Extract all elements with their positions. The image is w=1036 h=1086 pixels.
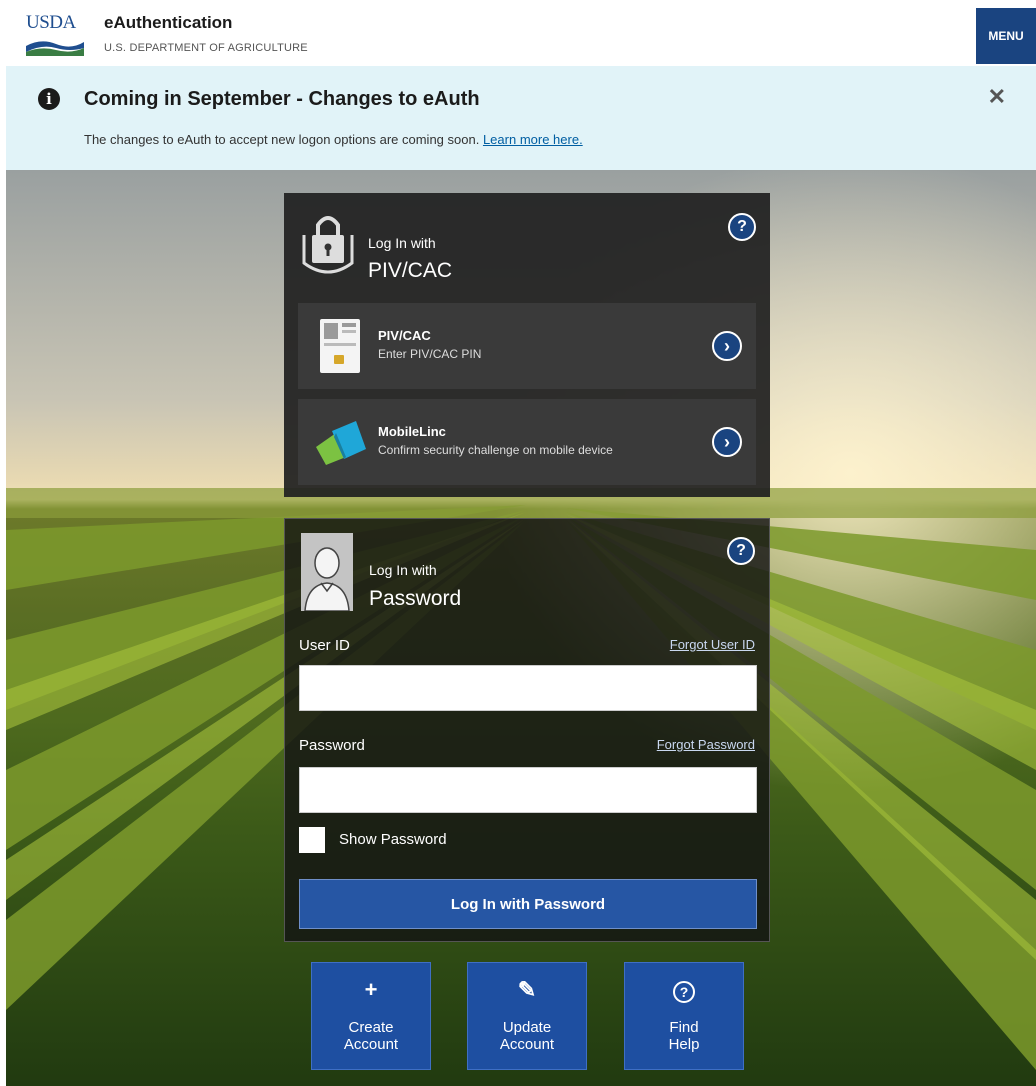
learn-more-link[interactable]: Learn more here. — [483, 132, 583, 147]
user-id-label: User ID — [299, 637, 350, 654]
mobilelinc-option[interactable]: MobileLinc Confirm security challenge on… — [298, 399, 756, 485]
create-account-tile[interactable]: + Create Account — [311, 962, 431, 1070]
app-title: eAuthentication — [104, 13, 233, 32]
show-password-label[interactable]: Show Password — [339, 831, 447, 848]
pencil-icon: ✎ — [517, 977, 537, 1002]
show-password-checkbox[interactable] — [299, 827, 325, 853]
user-avatar-icon — [301, 533, 353, 611]
piv-method-title: PIV/CAC — [368, 259, 453, 282]
user-id-input[interactable] — [299, 665, 757, 711]
find-help-tile[interactable]: ? Find Help — [624, 962, 744, 1070]
piv-option-title: PIV/CAC — [378, 328, 431, 343]
update-account-label-line2: Account — [499, 1036, 555, 1053]
banner-message: The changes to eAuth to accept new logon… — [84, 132, 480, 147]
piv-login-panel: Log In with PIV/CAC ? PIV/CAC Enter PIV/… — [284, 193, 770, 497]
mobilelinc-option-description: Confirm security challenge on mobile dev… — [378, 443, 613, 457]
find-help-label: Find Help — [625, 1019, 743, 1053]
site-header: USDA eAuthentication U.S. DEPARTMENT OF … — [0, 0, 1036, 66]
info-icon: i — [38, 88, 60, 110]
usda-waves-icon — [26, 41, 84, 56]
piv-option-description: Enter PIV/CAC PIN — [378, 347, 482, 361]
password-label: Password — [299, 737, 365, 754]
piv-login-with-label: Log In with — [368, 235, 436, 251]
create-account-label: Create Account — [312, 1019, 430, 1053]
usda-logo[interactable]: USDA — [26, 12, 86, 58]
lock-shield-icon — [302, 216, 354, 274]
close-icon[interactable]: ✕ — [988, 84, 1006, 110]
login-with-password-button[interactable]: Log In with Password — [299, 879, 757, 929]
banner-text: The changes to eAuth to accept new logon… — [84, 132, 583, 147]
usda-logo-text: USDA — [26, 12, 76, 33]
alert-banner: i Coming in September - Changes to eAuth… — [6, 66, 1036, 170]
forgot-password-link[interactable]: Forgot Password — [657, 737, 755, 752]
password-input[interactable] — [299, 767, 757, 813]
piv-cac-option[interactable]: PIV/CAC Enter PIV/CAC PIN › — [298, 303, 756, 389]
help-circle-icon: ? — [625, 977, 743, 1003]
mobilelinc-icon — [316, 421, 366, 465]
find-help-label-line1: Find — [669, 1019, 699, 1036]
password-help-icon[interactable]: ? — [727, 537, 755, 565]
mobilelinc-option-title: MobileLinc — [378, 424, 446, 439]
find-help-label-line2: Help — [668, 1036, 700, 1053]
help-circle-glyph: ? — [673, 981, 695, 1003]
create-account-label-line1: Create — [348, 1019, 394, 1036]
update-account-tile[interactable]: ✎ Update Account — [467, 962, 587, 1070]
app-subtitle: U.S. DEPARTMENT OF AGRICULTURE — [104, 42, 308, 54]
smart-card-icon — [320, 319, 360, 373]
password-login-panel: Log In with Password ? User ID Forgot Us… — [284, 518, 770, 942]
update-account-label: Update Account — [468, 1019, 586, 1053]
chevron-right-icon[interactable]: › — [712, 331, 742, 361]
chevron-right-icon[interactable]: › — [712, 427, 742, 457]
plus-icon: + — [364, 977, 378, 1002]
banner-title: Coming in September - Changes to eAuth — [84, 88, 480, 110]
update-account-label-line1: Update — [502, 1019, 552, 1036]
piv-help-icon[interactable]: ? — [728, 213, 756, 241]
create-account-label-line2: Account — [343, 1036, 399, 1053]
forgot-user-id-link[interactable]: Forgot User ID — [670, 637, 755, 652]
password-login-with-label: Log In with — [369, 562, 437, 578]
menu-button[interactable]: MENU — [976, 8, 1036, 64]
password-method-title: Password — [369, 587, 462, 610]
